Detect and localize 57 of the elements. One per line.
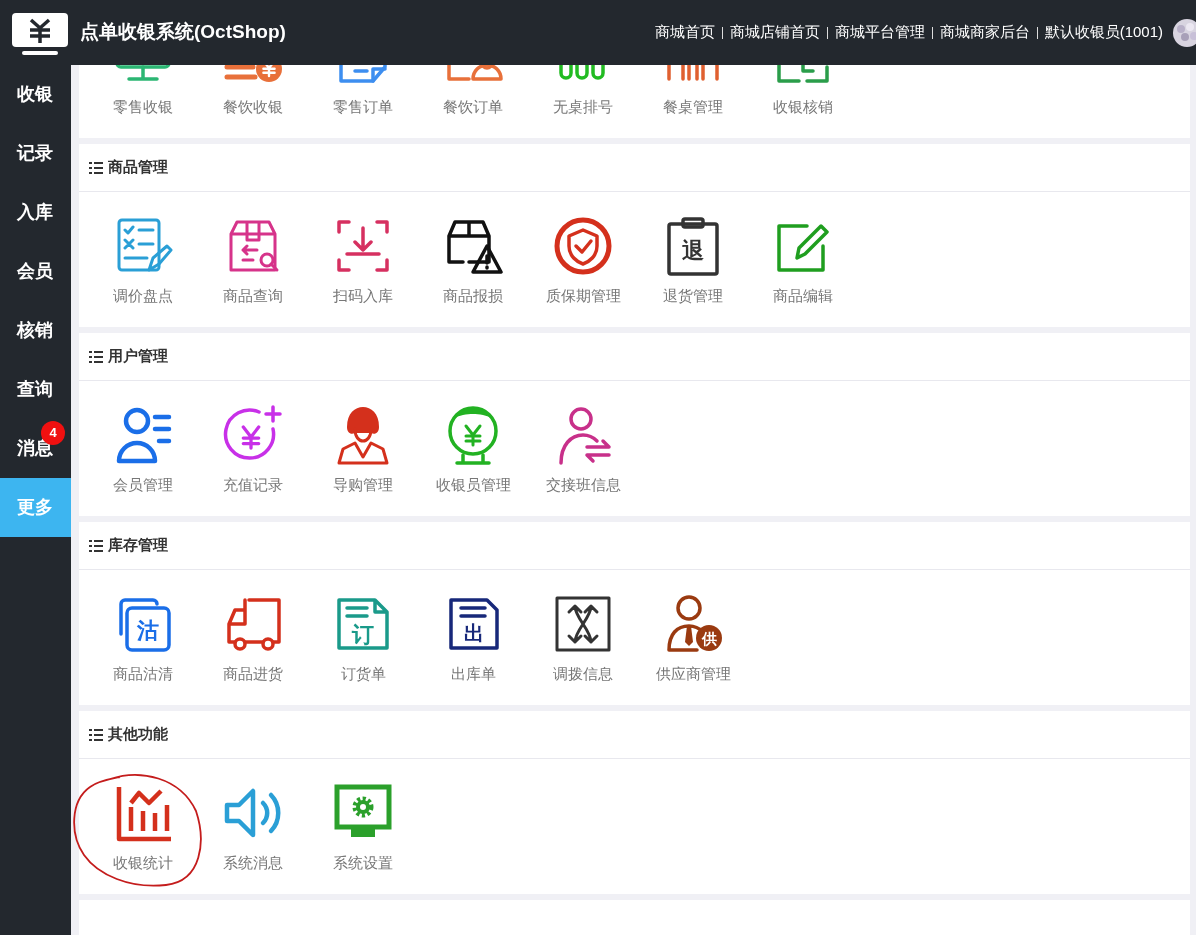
module-button[interactable]: 沽 商品沽清	[90, 594, 196, 681]
module-button[interactable]: 商品报损	[420, 216, 526, 303]
module-button[interactable]: 无桌排号	[530, 65, 636, 114]
header-link[interactable]: 默认收银员(1001)	[1044, 21, 1163, 44]
module-button[interactable]: 餐饮订单	[420, 65, 526, 114]
icon-glyph: 订	[352, 622, 374, 647]
icon-glyph: 退	[682, 238, 704, 263]
avatar[interactable]	[1173, 18, 1196, 47]
module-button[interactable]: 商品进货	[200, 594, 306, 681]
module-button[interactable]: 会员管理	[90, 405, 196, 492]
module-button[interactable]: 扫码入库	[310, 216, 416, 303]
module-button[interactable]: 充值记录	[200, 405, 306, 492]
section-title: 其他功能	[108, 724, 168, 745]
module-button[interactable]: 订 订货单	[310, 594, 416, 681]
module-button[interactable]: 商品编辑	[750, 216, 856, 303]
section-title: 用户管理	[108, 346, 168, 367]
module-button[interactable]: 调拨信息	[530, 594, 636, 681]
app-title: 点单收银系统(OctShop)	[80, 20, 286, 45]
module-button[interactable]: 零售收银	[90, 65, 196, 114]
module-button[interactable]: 零售订单	[310, 65, 416, 114]
module-button[interactable]: 收银统计	[90, 783, 196, 870]
module-button[interactable]: 供 供应商管理	[640, 594, 746, 681]
section-title: 库存管理	[108, 535, 168, 556]
module-button[interactable]: 退 退货管理	[640, 216, 746, 303]
module-button[interactable]: 出 出库单	[420, 594, 526, 681]
shield-check-icon	[553, 216, 613, 276]
icon-glyph: 沽	[137, 618, 159, 643]
module-button[interactable]: 导购管理	[310, 405, 416, 492]
module-button[interactable]: 餐饮收银	[200, 65, 306, 114]
icon-glyph: 供	[701, 630, 717, 647]
list-icon	[89, 161, 103, 174]
header-link[interactable]: 商城店铺首页	[729, 21, 820, 44]
sidebar-item[interactable]: 会员	[0, 242, 71, 301]
list-icon	[89, 539, 103, 552]
module-button[interactable]: 交接班信息	[530, 405, 636, 492]
module-button[interactable]: 调价盘点	[90, 216, 196, 303]
list-icon	[89, 350, 103, 363]
transfer-arrows-icon	[553, 594, 613, 654]
module-button[interactable]: 质保期管理	[530, 216, 636, 303]
list-icon	[89, 728, 103, 741]
module-button[interactable]: 收银核销	[750, 65, 856, 114]
header-link[interactable]: 商城首页	[654, 21, 715, 44]
module-button[interactable]: 系统设置	[310, 783, 416, 870]
sidebar-item[interactable]: 入库	[0, 183, 71, 242]
header-link[interactable]: 商城商家后台	[939, 21, 1030, 44]
sidebar-item[interactable]: 收银	[0, 65, 71, 124]
module-button[interactable]: 系统消息	[200, 783, 306, 870]
section-title: 商品管理	[108, 157, 168, 178]
module-button[interactable]: 收银员管理	[420, 405, 526, 492]
module-button[interactable]: 餐桌管理	[640, 65, 746, 114]
module-button[interactable]: 商品查询	[200, 216, 306, 303]
sidebar-item[interactable]: 记录	[0, 124, 71, 183]
sidebar-item[interactable]: 查询	[0, 360, 71, 419]
logo-icon	[12, 12, 68, 57]
sidebar-item[interactable]: 核销	[0, 301, 71, 360]
header-link[interactable]: 商城平台管理	[834, 21, 925, 44]
icon-glyph: 出	[464, 622, 484, 644]
